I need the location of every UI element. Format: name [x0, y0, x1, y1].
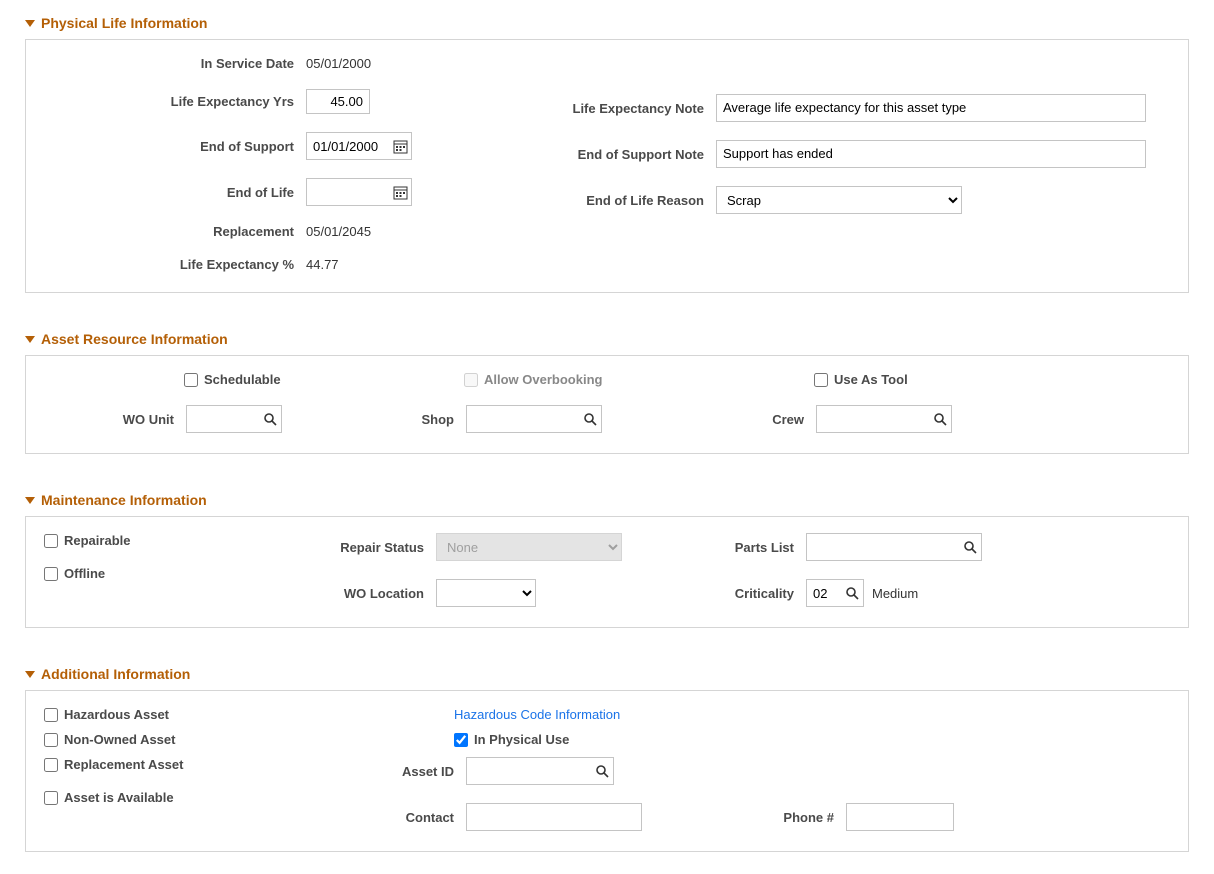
maintenance-panel: Repairable Offline Repair Status None WO… [25, 516, 1189, 628]
life-exp-yrs-label: Life Expectancy Yrs [44, 94, 306, 109]
schedulable-label: Schedulable [204, 372, 281, 387]
life-exp-pct-value: 44.77 [306, 257, 339, 272]
repair-status-label: Repair Status [304, 540, 436, 555]
hazardous-label: Hazardous Asset [64, 707, 169, 722]
collapse-icon [25, 497, 35, 504]
asset-id-label: Asset ID [384, 764, 466, 779]
section-title: Additional Information [41, 666, 190, 682]
section-title: Physical Life Information [41, 15, 207, 31]
replacement-asset-label: Replacement Asset [64, 757, 183, 772]
in-service-date-label: In Service Date [44, 56, 306, 71]
shop-label: Shop [374, 412, 466, 427]
shop-input[interactable] [467, 406, 579, 432]
non-owned-checkbox[interactable] [44, 733, 58, 747]
offline-label: Offline [64, 566, 105, 581]
use-as-tool-checkbox[interactable] [814, 373, 828, 387]
lookup-icon[interactable] [591, 765, 613, 778]
wo-location-select[interactable] [436, 579, 536, 607]
collapse-icon [25, 336, 35, 343]
additional-panel: Hazardous Asset Non-Owned Asset Replacem… [25, 690, 1189, 852]
in-service-date-value: 05/01/2000 [306, 56, 371, 71]
asset-resource-section: Asset Resource Information Schedulable W… [25, 331, 1189, 454]
allow-overbooking-checkbox [464, 373, 478, 387]
lookup-icon[interactable] [929, 413, 951, 426]
crew-input[interactable] [817, 406, 929, 432]
additional-section: Additional Information Hazardous Asset N… [25, 666, 1189, 852]
life-exp-note-input[interactable]: Average life expectancy for this asset t… [716, 94, 1146, 122]
repairable-label: Repairable [64, 533, 130, 548]
end-support-note-label: End of Support Note [524, 147, 716, 162]
collapse-icon [25, 671, 35, 678]
end-life-input[interactable] [307, 179, 389, 205]
in-physical-use-checkbox[interactable] [454, 733, 468, 747]
contact-label: Contact [384, 810, 466, 825]
contact-input[interactable] [466, 803, 642, 831]
end-life-reason-select[interactable]: Scrap [716, 186, 962, 214]
physical-life-panel: In Service Date 05/01/2000 Life Expectan… [25, 39, 1189, 293]
asset-available-label: Asset is Available [64, 790, 174, 805]
end-life-label: End of Life [44, 185, 306, 200]
lookup-icon[interactable] [579, 413, 601, 426]
phone-input[interactable] [846, 803, 954, 831]
wo-location-label: WO Location [304, 586, 436, 601]
offline-checkbox[interactable] [44, 567, 58, 581]
maintenance-section: Maintenance Information Repairable Offli… [25, 492, 1189, 628]
replacement-value: 05/01/2045 [306, 224, 371, 239]
asset-available-checkbox[interactable] [44, 791, 58, 805]
end-support-input[interactable] [307, 133, 389, 159]
lookup-icon[interactable] [959, 541, 981, 554]
wo-unit-input[interactable] [187, 406, 259, 432]
replacement-label: Replacement [44, 224, 306, 239]
section-title: Maintenance Information [41, 492, 207, 508]
use-as-tool-label: Use As Tool [834, 372, 908, 387]
schedulable-checkbox[interactable] [184, 373, 198, 387]
replacement-asset-checkbox[interactable] [44, 758, 58, 772]
section-title: Asset Resource Information [41, 331, 228, 347]
parts-list-label: Parts List [704, 540, 806, 555]
lookup-icon[interactable] [841, 587, 863, 600]
asset-resource-panel: Schedulable WO Unit Allow Overbooking [25, 355, 1189, 454]
lookup-icon[interactable] [259, 413, 281, 426]
collapse-icon [25, 20, 35, 27]
wo-unit-label: WO Unit [44, 412, 186, 427]
life-exp-yrs-input[interactable] [306, 89, 370, 114]
asset-id-input[interactable] [467, 758, 591, 784]
additional-header[interactable]: Additional Information [25, 666, 1189, 682]
end-support-label: End of Support [44, 139, 306, 154]
life-exp-note-label: Life Expectancy Note [524, 101, 716, 116]
criticality-label: Criticality [704, 586, 806, 601]
physical-life-header[interactable]: Physical Life Information [25, 15, 1189, 31]
crew-label: Crew [744, 412, 816, 427]
physical-life-section: Physical Life Information In Service Dat… [25, 15, 1189, 293]
phone-label: Phone # [754, 810, 846, 825]
repair-status-select: None [436, 533, 622, 561]
maintenance-header[interactable]: Maintenance Information [25, 492, 1189, 508]
life-exp-pct-label: Life Expectancy % [44, 257, 306, 272]
calendar-icon[interactable] [389, 185, 411, 200]
end-support-note-input[interactable]: Support has ended [716, 140, 1146, 168]
calendar-icon[interactable] [389, 139, 411, 154]
repairable-checkbox[interactable] [44, 534, 58, 548]
allow-overbooking-label: Allow Overbooking [484, 372, 602, 387]
criticality-text: Medium [872, 586, 918, 601]
in-physical-use-label: In Physical Use [474, 732, 569, 747]
asset-resource-header[interactable]: Asset Resource Information [25, 331, 1189, 347]
hazardous-checkbox[interactable] [44, 708, 58, 722]
criticality-input[interactable] [807, 580, 841, 606]
parts-list-input[interactable] [807, 534, 959, 560]
end-life-reason-label: End of Life Reason [524, 193, 716, 208]
hazardous-code-link[interactable]: Hazardous Code Information [454, 707, 620, 722]
non-owned-label: Non-Owned Asset [64, 732, 175, 747]
